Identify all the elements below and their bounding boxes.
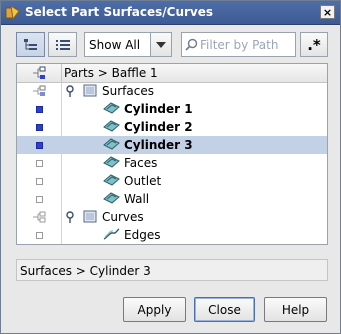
- tree-row-label: Cylinder 1: [124, 102, 193, 116]
- curve-icon: [103, 228, 120, 240]
- tree-view-button[interactable]: [16, 32, 45, 57]
- title-bar[interactable]: Select Part Surfaces/Curves ×: [1, 1, 340, 25]
- tree-row-cylinder-3[interactable]: Cylinder 3: [17, 136, 327, 154]
- selected-path-display: Surfaces > Cylinder 3: [16, 259, 328, 281]
- apply-button[interactable]: Apply: [123, 297, 186, 322]
- search-icon: [185, 38, 198, 51]
- expanded-node-icon[interactable]: [65, 84, 75, 98]
- tree-row-label: Surfaces: [102, 84, 154, 98]
- parts-tree[interactable]: Parts > Baffle 1 Surfaces Cylinder 1 Cyl…: [16, 63, 328, 245]
- row-checkbox[interactable]: [17, 190, 61, 208]
- filter-placeholder: Filter by Path: [200, 38, 279, 52]
- chevron-down-icon[interactable]: [150, 33, 171, 56]
- tree-row-curves[interactable]: Curves: [17, 208, 327, 226]
- list-view-icon: [55, 39, 70, 50]
- tree-row-cylinder-1[interactable]: Cylinder 1: [17, 100, 327, 118]
- app-icon: [5, 5, 20, 20]
- tree-row-label: Wall: [124, 192, 150, 206]
- surface-icon: [103, 192, 120, 204]
- selection-column-header[interactable]: [17, 64, 62, 82]
- close-button[interactable]: Close: [194, 297, 255, 322]
- row-checkbox[interactable]: [17, 100, 61, 118]
- help-button[interactable]: Help: [264, 297, 327, 322]
- expanded-node-icon[interactable]: [65, 210, 75, 224]
- surface-icon: [103, 156, 120, 168]
- show-filter-value: Show All: [89, 38, 141, 52]
- tree-row-surfaces[interactable]: Surfaces: [17, 82, 327, 100]
- tree-row-label: Faces: [124, 156, 158, 170]
- tree-view-icon: [23, 38, 37, 50]
- tree-breadcrumb: Parts > Baffle 1: [64, 66, 158, 80]
- list-view-button[interactable]: [48, 32, 77, 57]
- row-checkbox[interactable]: [17, 172, 61, 190]
- tree-row-faces[interactable]: Faces: [17, 154, 327, 172]
- row-checkbox[interactable]: [17, 118, 61, 136]
- row-checkbox[interactable]: [17, 226, 61, 244]
- tree-row-label: Cylinder 2: [124, 120, 193, 134]
- filter-by-path-input[interactable]: Filter by Path: [181, 32, 296, 57]
- window-title: Select Part Surfaces/Curves: [25, 5, 214, 19]
- tree-row-edges[interactable]: Edges: [17, 226, 327, 244]
- row-checkbox[interactable]: [17, 136, 61, 154]
- surface-icon: [103, 102, 120, 114]
- group-select-icon[interactable]: [17, 82, 61, 100]
- folder-icon: [83, 84, 97, 97]
- surface-icon: [103, 120, 120, 132]
- tree-row-label: Outlet: [124, 174, 162, 188]
- tree-row-label: Curves: [102, 210, 144, 224]
- regex-toggle-button[interactable]: .*: [300, 32, 328, 57]
- tree-row-cylinder-2[interactable]: Cylinder 2: [17, 118, 327, 136]
- group-select-icon[interactable]: [17, 208, 61, 226]
- folder-icon: [83, 210, 97, 223]
- tree-row-wall[interactable]: Wall: [17, 190, 327, 208]
- hierarchy-icon: [33, 66, 46, 79]
- tree-row-outlet[interactable]: Outlet: [17, 172, 327, 190]
- surface-icon: [103, 138, 120, 150]
- dialog-window: Select Part Surfaces/Curves × Show All F…: [0, 0, 341, 334]
- tree-row-label: Cylinder 3: [124, 138, 193, 152]
- row-checkbox[interactable]: [17, 154, 61, 172]
- close-window-button[interactable]: ×: [320, 5, 335, 19]
- show-filter-select[interactable]: Show All: [84, 32, 172, 57]
- tree-header: Parts > Baffle 1: [17, 64, 327, 83]
- surface-icon: [103, 174, 120, 186]
- selected-path-text: Surfaces > Cylinder 3: [20, 264, 151, 278]
- tree-row-label: Edges: [124, 228, 161, 242]
